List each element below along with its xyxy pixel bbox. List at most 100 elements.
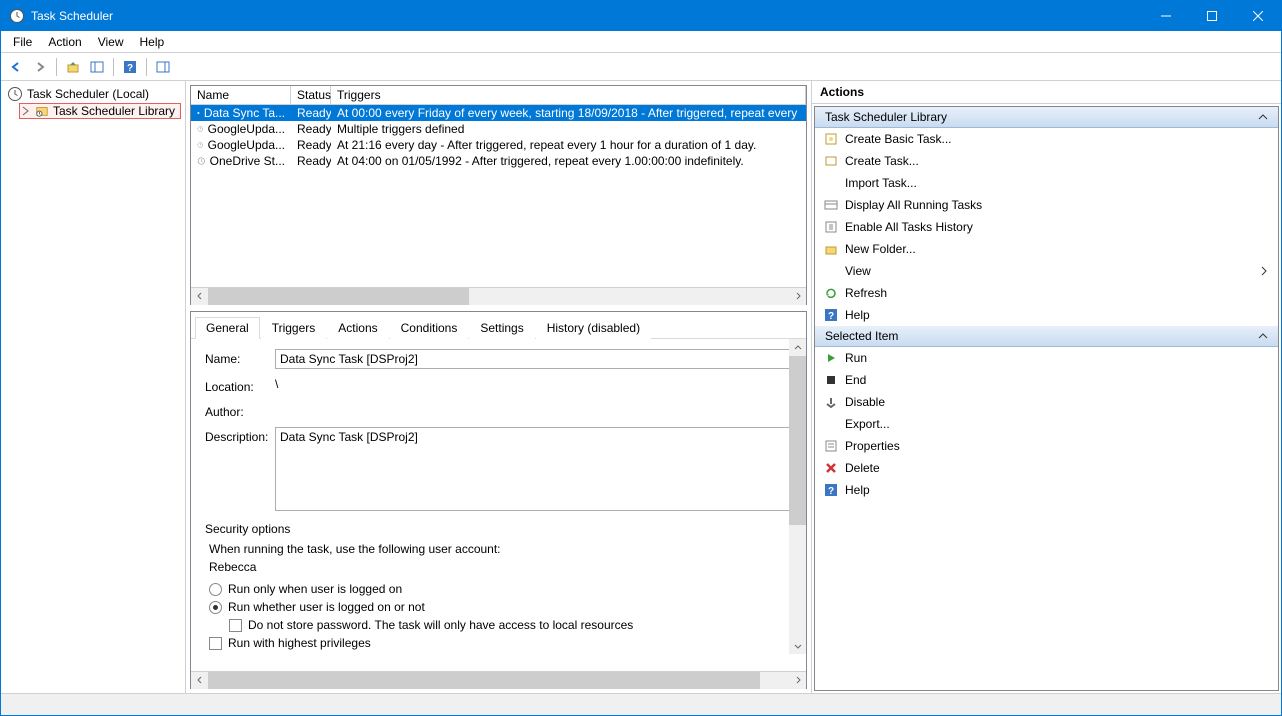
task-row[interactable]: GoogleUpda... Ready At 21:16 every day -… (191, 137, 806, 153)
action-end[interactable]: End (815, 369, 1278, 391)
action-properties[interactable]: Properties (815, 435, 1278, 457)
radio-logged-off[interactable]: Run whether user is logged on or not (209, 598, 792, 616)
action-export[interactable]: Export... (815, 413, 1278, 435)
properties-icon (823, 438, 839, 454)
tree-root[interactable]: Task Scheduler (Local) (5, 85, 181, 103)
action-display-running[interactable]: Display All Running Tasks (815, 194, 1278, 216)
task-status: Ready (291, 121, 331, 137)
task-row[interactable]: OneDrive St... Ready At 04:00 on 01/05/1… (191, 153, 806, 169)
forward-button[interactable] (29, 56, 51, 78)
h-scrollbar[interactable] (191, 671, 806, 688)
security-account-text: When running the task, use the following… (205, 542, 792, 556)
action-delete[interactable]: Delete (815, 457, 1278, 479)
scroll-track[interactable] (789, 356, 806, 637)
collapse-icon[interactable] (1258, 112, 1268, 122)
toolbar-separator (146, 58, 147, 76)
window-title: Task Scheduler (31, 9, 1143, 23)
status-bar (1, 693, 1281, 715)
h-scrollbar[interactable] (191, 287, 806, 304)
tab-conditions[interactable]: Conditions (390, 317, 469, 339)
scroll-thumb[interactable] (208, 672, 760, 689)
up-button[interactable] (62, 56, 84, 78)
toolbar-separator (56, 58, 57, 76)
name-label: Name: (205, 349, 275, 366)
action-create-basic-task[interactable]: Create Basic Task... (815, 128, 1278, 150)
actions-pane: Actions Task Scheduler Library Create Ba… (811, 81, 1281, 693)
maximize-button[interactable] (1189, 1, 1235, 31)
folder-icon (823, 241, 839, 257)
action-help[interactable]: ?Help (815, 304, 1278, 326)
check-no-password[interactable]: Do not store password. The task will onl… (229, 616, 792, 634)
col-name[interactable]: Name (191, 86, 291, 104)
scroll-thumb[interactable] (208, 288, 469, 305)
action-enable-history[interactable]: Enable All Tasks History (815, 216, 1278, 238)
scroll-right-icon[interactable] (789, 672, 806, 689)
action-run[interactable]: Run (815, 347, 1278, 369)
scroll-left-icon[interactable] (191, 288, 208, 305)
refresh-icon (823, 285, 839, 301)
disable-icon (823, 394, 839, 410)
check-highest-priv[interactable]: Run with highest privileges (209, 634, 792, 652)
panes-button[interactable] (86, 56, 108, 78)
library-icon (35, 104, 49, 118)
submenu-icon (1260, 266, 1268, 276)
scroll-track[interactable] (208, 288, 789, 305)
actions-section-selected[interactable]: Selected Item (815, 326, 1278, 347)
scroll-right-icon[interactable] (789, 288, 806, 305)
toolbar-separator (113, 58, 114, 76)
menu-help[interactable]: Help (132, 33, 173, 51)
menu-file[interactable]: File (5, 33, 40, 51)
tab-general[interactable]: General (195, 317, 260, 339)
help-icon: ? (823, 307, 839, 323)
task-row[interactable]: Data Sync Ta... Ready At 00:00 every Fri… (191, 105, 806, 121)
task-row[interactable]: GoogleUpda... Ready Multiple triggers de… (191, 121, 806, 137)
scroll-down-icon[interactable] (789, 637, 806, 654)
actions-section-library[interactable]: Task Scheduler Library (815, 107, 1278, 128)
menu-action[interactable]: Action (40, 33, 89, 51)
close-button[interactable] (1235, 1, 1281, 31)
radio-logged-on[interactable]: Run only when user is logged on (209, 580, 792, 598)
tab-triggers[interactable]: Triggers (261, 317, 327, 339)
task-trigger: At 00:00 every Friday of every week, sta… (331, 105, 806, 121)
action-label: End (845, 373, 866, 387)
layout-button[interactable] (152, 56, 174, 78)
title-bar[interactable]: Task Scheduler (1, 1, 1281, 31)
description-field[interactable] (275, 427, 792, 511)
security-options-title: Security options (205, 522, 792, 536)
export-icon (823, 416, 839, 432)
action-import-task[interactable]: Import Task... (815, 172, 1278, 194)
action-help[interactable]: ?Help (815, 479, 1278, 501)
col-status[interactable]: Status (291, 86, 331, 104)
action-new-folder[interactable]: New Folder... (815, 238, 1278, 260)
tab-history[interactable]: History (disabled) (536, 317, 651, 339)
menu-view[interactable]: View (90, 33, 132, 51)
section-label: Task Scheduler Library (825, 110, 947, 124)
action-disable[interactable]: Disable (815, 391, 1278, 413)
task-scheduler-window: Task Scheduler File Action View Help ? T… (0, 0, 1282, 716)
name-field[interactable] (275, 349, 792, 369)
minimize-button[interactable] (1143, 1, 1189, 31)
expand-icon[interactable] (21, 106, 31, 116)
svg-text:?: ? (828, 311, 834, 322)
action-refresh[interactable]: Refresh (815, 282, 1278, 304)
tab-actions[interactable]: Actions (327, 317, 388, 339)
v-scrollbar[interactable] (789, 339, 806, 654)
tab-settings[interactable]: Settings (469, 317, 534, 339)
col-triggers[interactable]: Triggers (331, 86, 806, 104)
action-label: Display All Running Tasks (845, 198, 982, 212)
action-create-task[interactable]: Create Task... (815, 150, 1278, 172)
action-label: New Folder... (845, 242, 916, 256)
collapse-icon[interactable] (1258, 331, 1268, 341)
scroll-up-icon[interactable] (789, 339, 806, 356)
action-label: View (845, 264, 871, 278)
tree-root-label: Task Scheduler (Local) (27, 87, 149, 101)
help-button[interactable]: ? (119, 56, 141, 78)
check-label: Run with highest privileges (228, 636, 371, 650)
scroll-left-icon[interactable] (191, 672, 208, 689)
scroll-track[interactable] (208, 672, 789, 689)
tree-library[interactable]: Task Scheduler Library (19, 103, 181, 119)
back-button[interactable] (5, 56, 27, 78)
scroll-thumb[interactable] (789, 356, 806, 525)
center-pane: Name Status Triggers Data Sync Ta... Rea… (186, 81, 811, 693)
action-view[interactable]: View (815, 260, 1278, 282)
